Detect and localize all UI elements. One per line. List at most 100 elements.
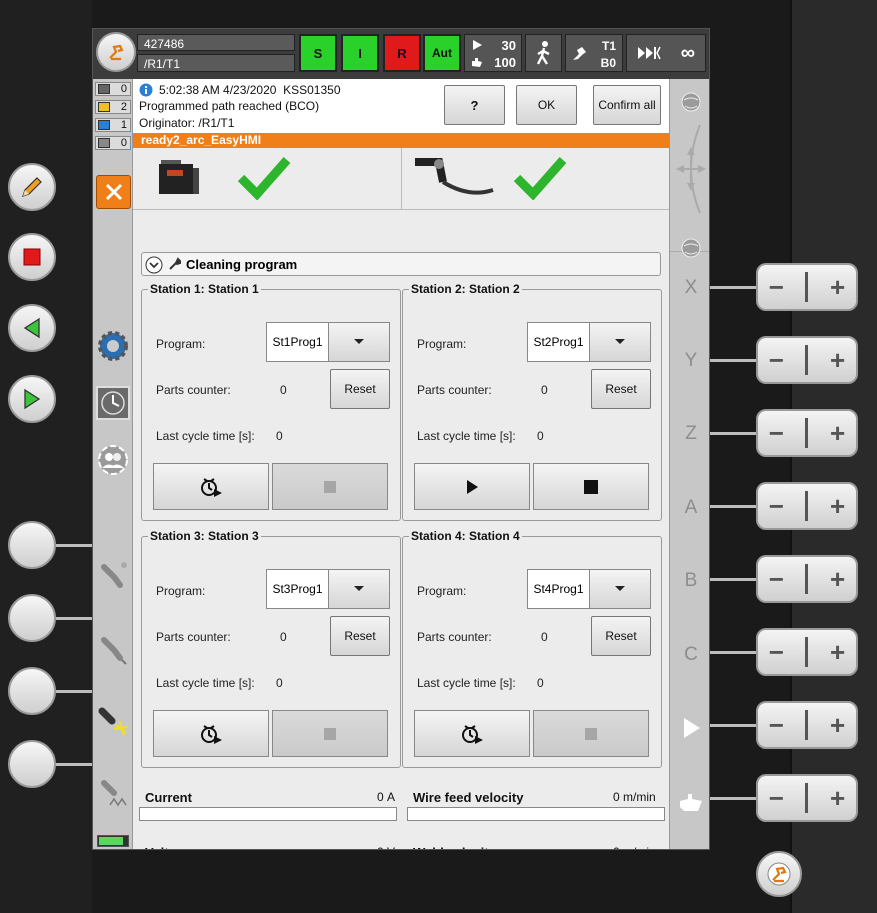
station-start-button[interactable] (153, 463, 269, 510)
jog-key-8[interactable]: − + (756, 774, 858, 822)
program-select[interactable]: St2Prog1 (527, 322, 651, 362)
softkey-2-button[interactable] (8, 594, 56, 642)
reset-button[interactable]: Reset (330, 616, 390, 656)
robot-main-menu-hardware-button[interactable] (756, 851, 802, 897)
main-menu-button[interactable] (96, 32, 136, 72)
jog-key-1[interactable]: − + (756, 263, 858, 311)
settings-button[interactable] (96, 329, 130, 363)
error-message-counter[interactable]: 0 (95, 82, 131, 96)
minus-icon[interactable]: − (769, 272, 784, 303)
info-message-counter[interactable]: 1 (95, 118, 131, 132)
wire-feed-button[interactable] (96, 632, 130, 666)
plus-icon[interactable]: + (830, 710, 845, 741)
jog-key-4[interactable]: − + (756, 482, 858, 530)
station-start-button[interactable] (153, 710, 269, 757)
warning-message-counter[interactable]: 2 (95, 100, 131, 114)
minus-icon[interactable]: − (769, 491, 784, 522)
jog-key-7[interactable]: − + (756, 701, 858, 749)
station-stop-button[interactable] (533, 710, 649, 757)
drives-status[interactable]: I (341, 34, 379, 72)
plus-icon[interactable]: + (830, 564, 845, 595)
submit-interpreter-status[interactable]: S (299, 34, 337, 72)
gauge-value: 0 V (377, 845, 397, 849)
edit-hardware-button[interactable] (8, 163, 56, 211)
timer-button[interactable] (96, 386, 130, 420)
parts-counter-label: Parts counter: (156, 630, 231, 644)
gas-test-button[interactable] (96, 559, 130, 593)
softkey-3-lead (56, 690, 96, 693)
stop-icon (324, 727, 336, 740)
softkey-1-lead (56, 544, 96, 547)
reset-button[interactable]: Reset (591, 369, 651, 409)
station-stop-button[interactable] (272, 710, 388, 757)
minus-icon[interactable]: − (769, 564, 784, 595)
program-run-mode-status[interactable] (525, 34, 562, 72)
dropdown-button[interactable] (590, 570, 650, 608)
minus-icon[interactable]: − (769, 783, 784, 814)
tool-base-status[interactable]: T1 B0 (565, 34, 623, 72)
robot-interpreter-status[interactable]: R (383, 34, 421, 72)
station-stop-button[interactable] (272, 463, 388, 510)
plus-icon[interactable]: + (830, 272, 845, 303)
confirm-all-button[interactable]: Confirm all (593, 85, 661, 125)
play-icon[interactable] (682, 716, 702, 740)
station-start-button[interactable] (414, 463, 530, 510)
message-timestamp: 5:02:38 AM 4/23/2020 KSS01350 (159, 83, 341, 97)
gauge-weld-velocity: Weld velocity 0 m/min (407, 843, 665, 849)
space-mouse-icon (676, 124, 706, 214)
minus-icon[interactable]: − (769, 418, 784, 449)
program-select[interactable]: St4Prog1 (527, 569, 651, 609)
start-backward-hardware-button[interactable] (8, 304, 56, 352)
easyhmi-content: Cleaning program Station 1: Station 1 Pr… (133, 148, 669, 849)
dropdown-button[interactable] (590, 323, 650, 361)
program-select[interactable]: St3Prog1 (266, 569, 390, 609)
jog-hand-icon[interactable] (678, 791, 704, 813)
ok-button[interactable]: OK (516, 85, 577, 125)
minus-icon[interactable]: − (769, 710, 784, 741)
jog-key-lead (710, 505, 758, 508)
jog-key-2[interactable]: − + (756, 336, 858, 384)
axis-label-a: A (684, 497, 698, 518)
weld-on-button[interactable] (96, 705, 130, 739)
jog-mode-status[interactable]: ∞ (626, 34, 706, 72)
minus-icon[interactable]: − (769, 345, 784, 376)
robot-id-field: 427486 (137, 34, 295, 51)
user-group-button[interactable] (96, 443, 130, 477)
dialog-message-counter[interactable]: 0 (95, 136, 131, 150)
stop-hardware-button[interactable] (8, 233, 56, 281)
softkey-3-button[interactable] (8, 667, 56, 715)
divider (805, 491, 809, 521)
softkey-4-lead (56, 763, 96, 766)
start-forward-hardware-button[interactable] (8, 375, 56, 423)
reset-button[interactable]: Reset (591, 616, 651, 656)
operating-mode-status[interactable]: Aut (423, 34, 461, 72)
play-icon (473, 40, 482, 50)
plus-icon[interactable]: + (830, 345, 845, 376)
weave-button[interactable] (96, 777, 130, 811)
station-start-button[interactable] (414, 710, 530, 757)
help-button[interactable]: ? (444, 85, 505, 125)
override-status[interactable]: 30 100 (464, 34, 522, 72)
plus-icon[interactable]: + (830, 491, 845, 522)
dropdown-button[interactable] (329, 570, 389, 608)
reset-button[interactable]: Reset (330, 369, 390, 409)
cleaning-program-section[interactable]: Cleaning program (141, 252, 661, 276)
softkey-4-button[interactable] (8, 740, 56, 788)
axis-label-c: C (684, 644, 698, 665)
plus-icon[interactable]: + (830, 783, 845, 814)
plus-icon[interactable]: + (830, 637, 845, 668)
jog-key-6[interactable]: − + (756, 628, 858, 676)
gauge-label: Weld velocity (413, 845, 496, 849)
minus-icon[interactable]: − (769, 637, 784, 668)
close-app-button[interactable] (96, 175, 131, 209)
station-stop-button[interactable] (533, 463, 649, 510)
jog-key-3[interactable]: − + (756, 409, 858, 457)
last-cycle-time-value: 0 (537, 429, 544, 443)
softkey-1-button[interactable] (8, 521, 56, 569)
last-cycle-time-label: Last cycle time [s]: (156, 676, 255, 690)
plus-icon[interactable]: + (830, 418, 845, 449)
program-select[interactable]: St1Prog1 (266, 322, 390, 362)
jog-key-lead (710, 432, 758, 435)
jog-key-5[interactable]: − + (756, 555, 858, 603)
dropdown-button[interactable] (329, 323, 389, 361)
